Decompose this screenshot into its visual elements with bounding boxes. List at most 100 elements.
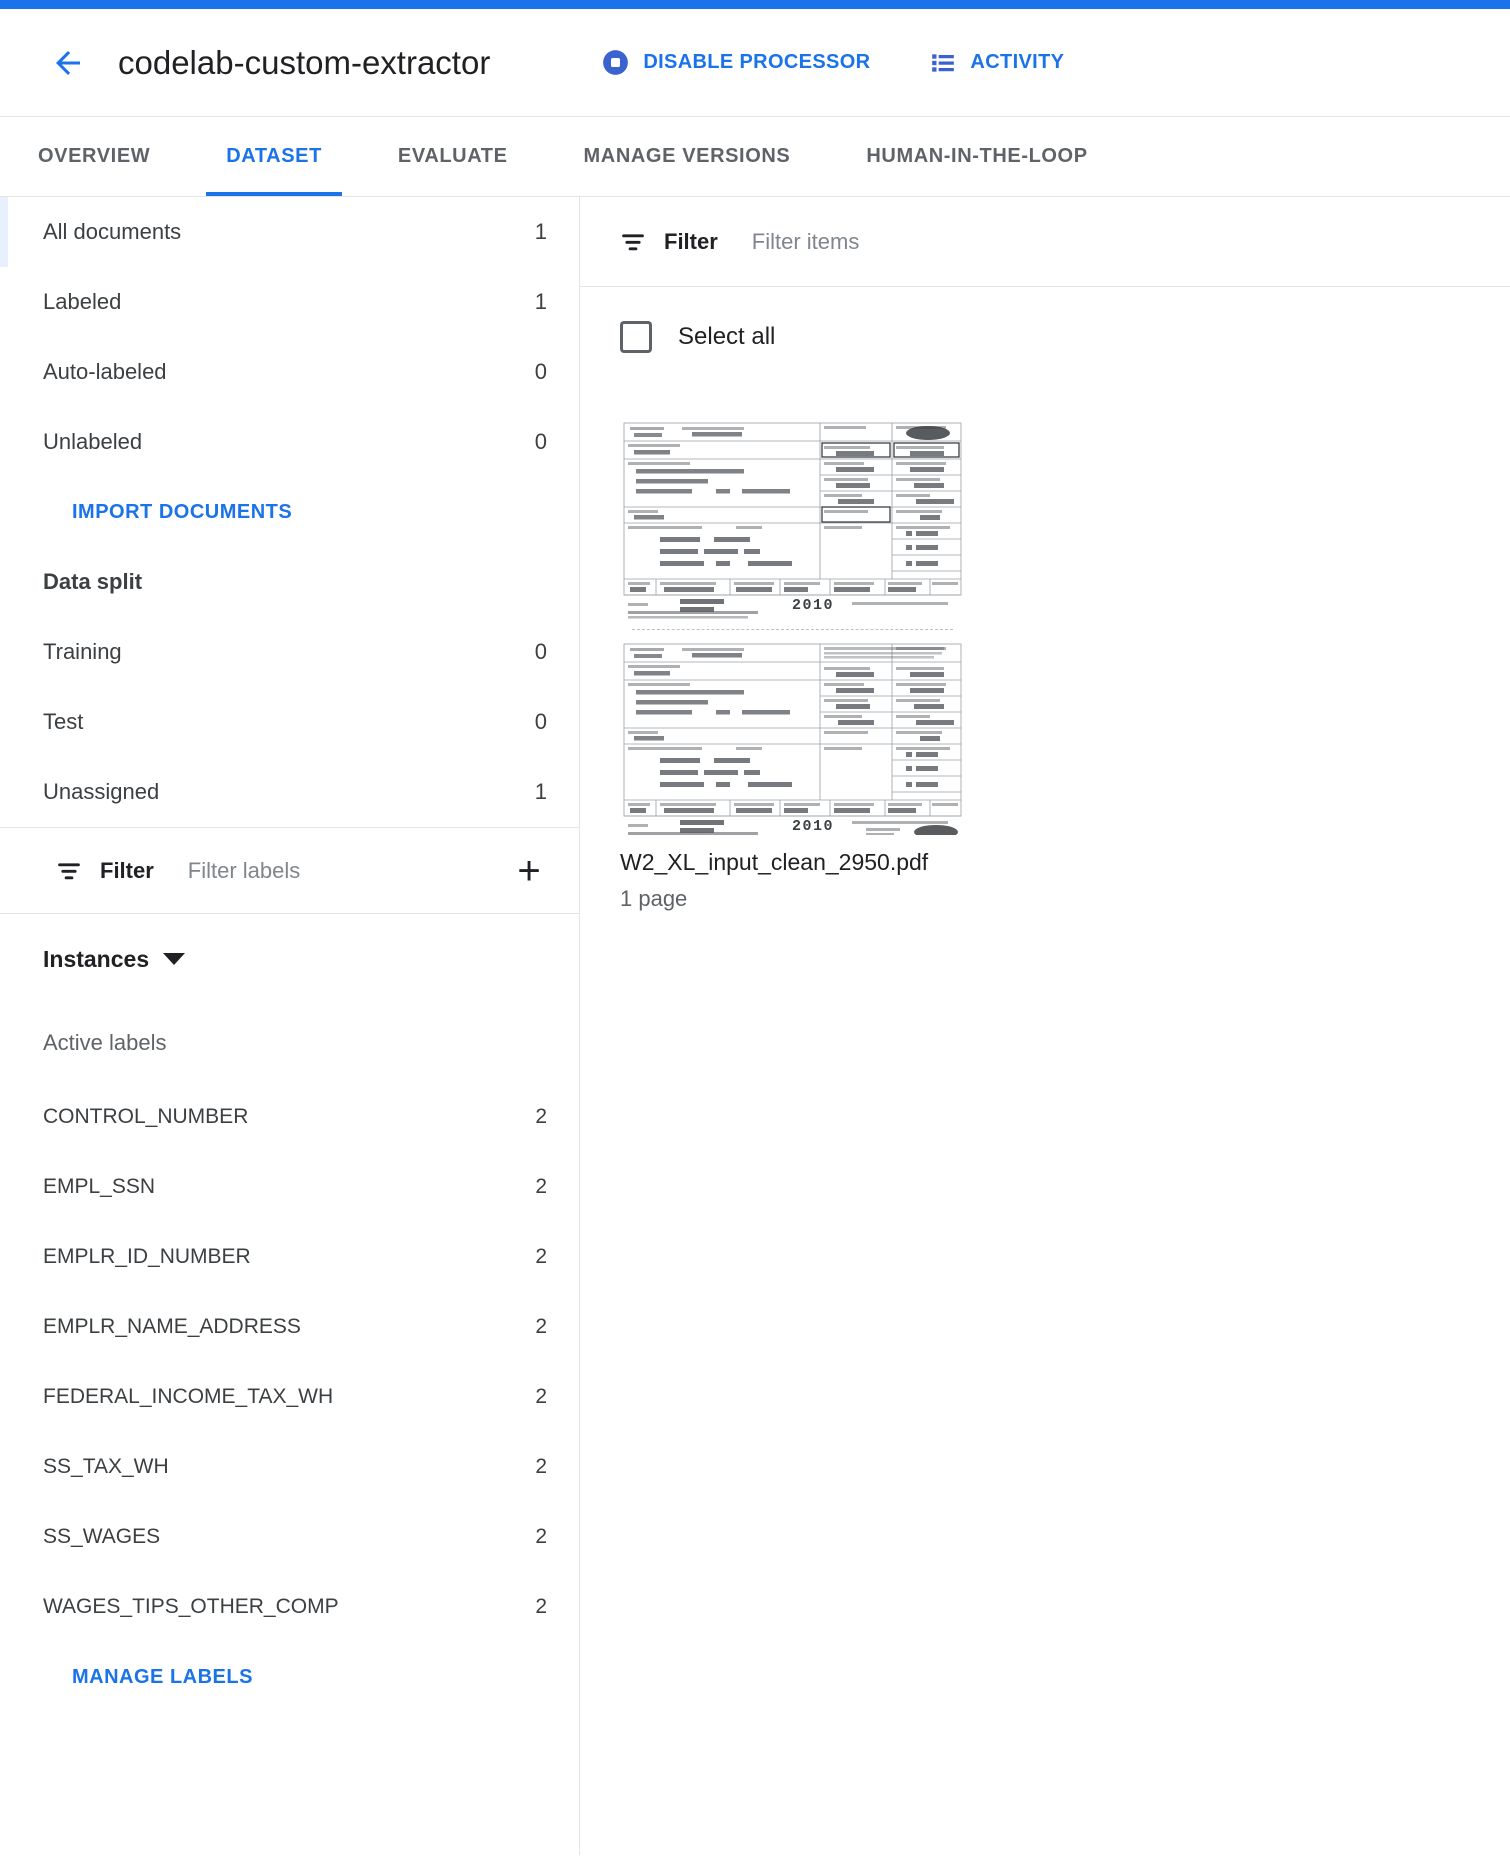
page-title: codelab-custom-extractor xyxy=(118,44,490,82)
item-filter-input[interactable]: Filter items xyxy=(752,229,1510,255)
chevron-down-icon xyxy=(163,953,185,965)
documents-panel: Filter Filter items Select all xyxy=(580,197,1510,1855)
w2-perforation-line xyxy=(632,629,953,630)
label-count: 2 xyxy=(535,1175,547,1199)
tab-overview[interactable]: OVERVIEW xyxy=(0,117,188,196)
w2-copy-top: 2010 xyxy=(620,419,965,619)
sidebar-item-labeled[interactable]: Labeled 1 xyxy=(0,267,579,337)
label-count: 2 xyxy=(535,1595,547,1619)
instances-label: Instances xyxy=(43,946,149,973)
active-labels-list: CONTROL_NUMBER 2 EMPL_SSN 2 EMPLR_ID_NUM… xyxy=(0,1082,579,1642)
label-row-emplr-id-number[interactable]: EMPLR_ID_NUMBER 2 xyxy=(0,1222,579,1292)
tab-dataset[interactable]: DATASET xyxy=(188,117,360,196)
sidebar-item-training-label: Training xyxy=(43,639,535,665)
sidebar-item-unassigned-count: 1 xyxy=(535,779,547,805)
sidebar-item-test[interactable]: Test 0 xyxy=(0,687,579,757)
documents-section: All documents 1 Labeled 1 Auto-labeled 0… xyxy=(0,197,579,477)
manage-labels-button[interactable]: MANAGE LABELS xyxy=(0,1642,579,1712)
filter-icon[interactable] xyxy=(56,858,82,884)
dataset-sidebar: All documents 1 Labeled 1 Auto-labeled 0… xyxy=(0,197,580,1855)
w2-copy-bottom: 2010 xyxy=(620,640,965,835)
sidebar-item-unlabeled[interactable]: Unlabeled 0 xyxy=(0,407,579,477)
header-actions: DISABLE PROCESSOR ACTIVITY xyxy=(602,49,1064,76)
label-name: SS_TAX_WH xyxy=(43,1455,535,1479)
sidebar-item-auto-labeled-count: 0 xyxy=(535,359,547,385)
label-row-emplr-name-address[interactable]: EMPLR_NAME_ADDRESS 2 xyxy=(0,1292,579,1362)
instances-dropdown[interactable]: Instances xyxy=(0,914,579,1004)
label-count: 2 xyxy=(535,1525,547,1549)
label-row-empl-ssn[interactable]: EMPL_SSN 2 xyxy=(0,1152,579,1222)
plus-icon[interactable]: + xyxy=(507,849,551,893)
list-icon xyxy=(930,50,956,76)
label-row-ss-tax-wh[interactable]: SS_TAX_WH 2 xyxy=(0,1432,579,1502)
tab-overview-label: OVERVIEW xyxy=(38,145,150,168)
select-all-label: Select all xyxy=(678,323,775,351)
tab-human-in-the-loop[interactable]: HUMAN-IN-THE-LOOP xyxy=(828,117,1125,196)
document-page-count: 1 page xyxy=(620,886,965,912)
disable-processor-button[interactable]: DISABLE PROCESSOR xyxy=(602,49,870,76)
tab-human-in-the-loop-label: HUMAN-IN-THE-LOOP xyxy=(866,145,1087,168)
active-labels-title: Active labels xyxy=(0,1004,579,1082)
sidebar-item-all-documents[interactable]: All documents 1 xyxy=(0,197,579,267)
data-split-heading: Data split xyxy=(0,547,579,617)
label-row-ss-wages[interactable]: SS_WAGES 2 xyxy=(0,1502,579,1572)
sidebar-item-training[interactable]: Training 0 xyxy=(0,617,579,687)
w2-year: 2010 xyxy=(792,597,834,614)
sidebar-item-test-label: Test xyxy=(43,709,535,735)
label-row-federal-income-tax-wh[interactable]: FEDERAL_INCOME_TAX_WH 2 xyxy=(0,1362,579,1432)
label-name: CONTROL_NUMBER xyxy=(43,1105,535,1129)
sidebar-item-labeled-count: 1 xyxy=(535,289,547,315)
sidebar-item-auto-labeled-label: Auto-labeled xyxy=(43,359,535,385)
label-count: 2 xyxy=(535,1245,547,1269)
label-count: 2 xyxy=(535,1385,547,1409)
data-split-section: Training 0 Test 0 Unassigned 1 xyxy=(0,617,579,827)
select-all-row[interactable]: Select all xyxy=(580,287,1510,387)
label-name: FEDERAL_INCOME_TAX_WH xyxy=(43,1385,535,1409)
sidebar-item-all-documents-label: All documents xyxy=(43,219,535,245)
document-card[interactable]: 2010 xyxy=(620,415,965,912)
stop-circle-icon xyxy=(602,49,629,76)
tab-evaluate[interactable]: EVALUATE xyxy=(360,117,546,196)
sidebar-item-unassigned[interactable]: Unassigned 1 xyxy=(0,757,579,827)
w2-year: 2010 xyxy=(792,818,834,835)
app-root: codelab-custom-extractor DISABLE PROCESS… xyxy=(0,0,1510,1856)
tab-dataset-label: DATASET xyxy=(226,145,322,168)
label-filter-input[interactable]: Filter labels xyxy=(188,858,489,884)
top-accent-strip xyxy=(0,0,1510,9)
w2-form-svg: 2010 xyxy=(620,640,965,835)
label-row-wages-tips-other-comp[interactable]: WAGES_TIPS_OTHER_COMP 2 xyxy=(0,1572,579,1642)
document-grid: 2010 xyxy=(580,387,1510,912)
label-name: SS_WAGES xyxy=(43,1525,535,1549)
arrow-back-icon xyxy=(50,45,86,81)
filter-icon[interactable] xyxy=(620,229,646,255)
item-filter-bar: Filter Filter items xyxy=(580,197,1510,287)
sidebar-item-unassigned-label: Unassigned xyxy=(43,779,535,805)
label-name: WAGES_TIPS_OTHER_COMP xyxy=(43,1595,535,1619)
import-documents-button[interactable]: IMPORT DOCUMENTS xyxy=(0,477,579,547)
label-filter-word: Filter xyxy=(100,858,154,884)
select-all-checkbox[interactable] xyxy=(620,321,652,353)
label-row-control-number[interactable]: CONTROL_NUMBER 2 xyxy=(0,1082,579,1152)
page-header: codelab-custom-extractor DISABLE PROCESS… xyxy=(0,9,1510,117)
tab-manage-versions[interactable]: MANAGE VERSIONS xyxy=(546,117,829,196)
label-name: EMPL_SSN xyxy=(43,1175,535,1199)
sidebar-item-all-documents-count: 1 xyxy=(535,219,547,245)
label-name: EMPLR_NAME_ADDRESS xyxy=(43,1315,535,1339)
label-filter-bar: Filter Filter labels + xyxy=(0,828,579,913)
label-count: 2 xyxy=(535,1455,547,1479)
item-filter-word: Filter xyxy=(664,229,718,255)
tab-bar: OVERVIEW DATASET EVALUATE MANAGE VERSION… xyxy=(0,117,1510,197)
label-name: EMPLR_ID_NUMBER xyxy=(43,1245,535,1269)
activity-label: ACTIVITY xyxy=(970,51,1064,74)
w2-form-svg: 2010 xyxy=(620,419,965,619)
sidebar-item-labeled-label: Labeled xyxy=(43,289,535,315)
tab-manage-versions-label: MANAGE VERSIONS xyxy=(584,145,791,168)
w2-form-thumbnail[interactable]: 2010 xyxy=(620,415,965,835)
back-button[interactable] xyxy=(40,35,96,91)
page-body: All documents 1 Labeled 1 Auto-labeled 0… xyxy=(0,197,1510,1855)
activity-button[interactable]: ACTIVITY xyxy=(930,50,1064,76)
label-count: 2 xyxy=(535,1315,547,1339)
sidebar-item-auto-labeled[interactable]: Auto-labeled 0 xyxy=(0,337,579,407)
document-name: W2_XL_input_clean_2950.pdf xyxy=(620,849,965,876)
sidebar-item-unlabeled-label: Unlabeled xyxy=(43,429,535,455)
